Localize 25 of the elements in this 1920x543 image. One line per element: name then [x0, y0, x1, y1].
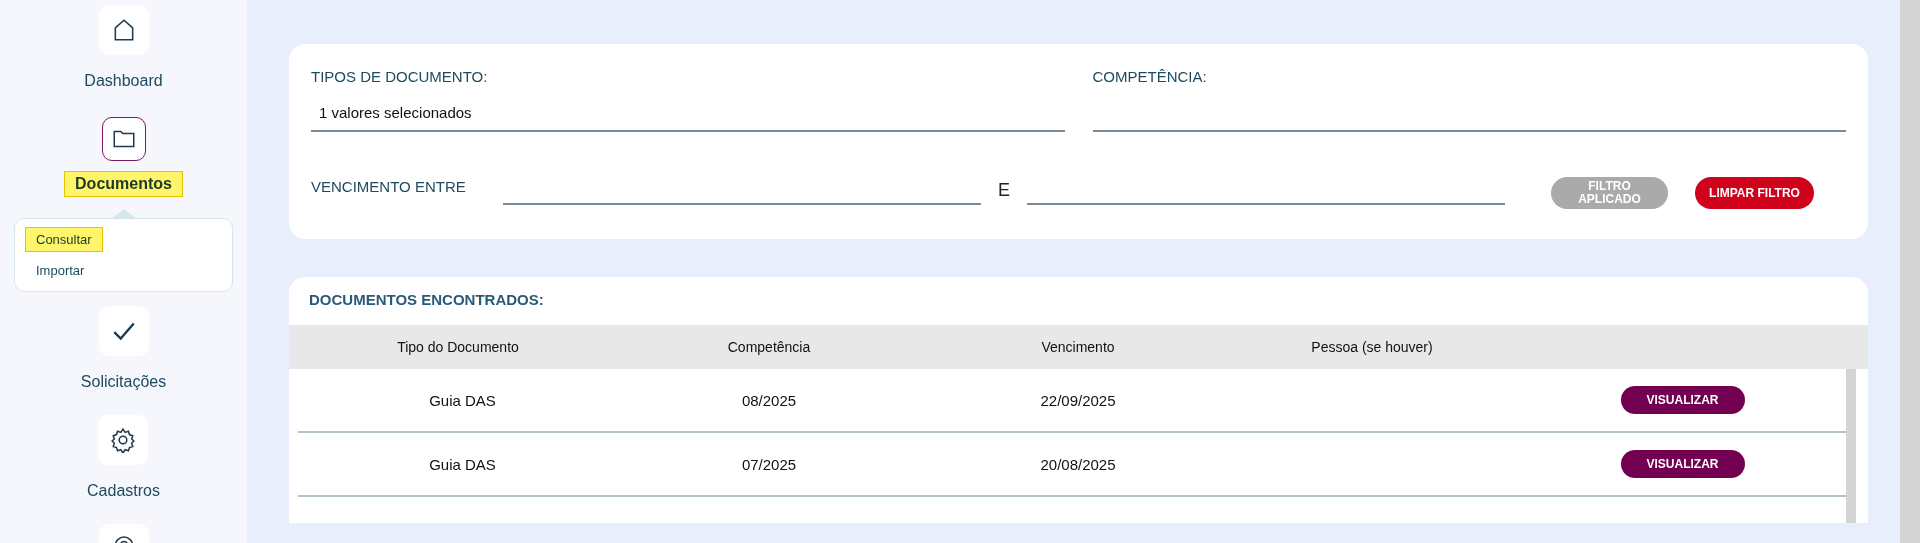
submenu-item[interactable]: Consultar	[25, 227, 103, 252]
table-cell-text: Guia DAS	[428, 391, 497, 409]
submenu-item[interactable]: Importar	[25, 258, 96, 283]
view-button[interactable]: VISUALIZAR	[1620, 450, 1745, 478]
column-header: Vencimento	[1040, 339, 1116, 355]
field-label: COMPETÊNCIA:	[1092, 68, 1208, 87]
column-header: Competência	[726, 339, 812, 355]
table-cell-text: 22/09/2025	[1039, 391, 1117, 409]
nav-label[interactable]: Dashboard	[73, 68, 174, 94]
clear-filter-button[interactable]: LIMPAR FILTRO	[1695, 177, 1814, 209]
select-field[interactable]: 1 valores selecionados	[311, 96, 1065, 132]
table-cell-text: Guia DAS	[428, 455, 497, 473]
table-cell-text: 20/08/2025	[1039, 455, 1117, 473]
field-label: TIPOS DE DOCUMENTO:	[311, 68, 489, 87]
nav-label[interactable]: Solicitações	[69, 369, 178, 395]
column-header: Tipo do Documento	[396, 339, 520, 355]
nav-label[interactable]: Documentos	[64, 171, 183, 197]
table-cell-text: 08/2025	[740, 391, 798, 409]
column-header: Pessoa (se houver)	[1310, 339, 1434, 355]
table-cell-text: 07/2025	[740, 455, 798, 473]
field-label: VENCIMENTO ENTRE	[311, 178, 467, 197]
nav-label[interactable]: Cadastros	[76, 478, 171, 504]
view-button[interactable]: VISUALIZAR	[1620, 386, 1745, 414]
results-title: DOCUMENTOS ENCONTRADOS:	[308, 291, 545, 310]
range-separator: E	[997, 180, 1011, 202]
